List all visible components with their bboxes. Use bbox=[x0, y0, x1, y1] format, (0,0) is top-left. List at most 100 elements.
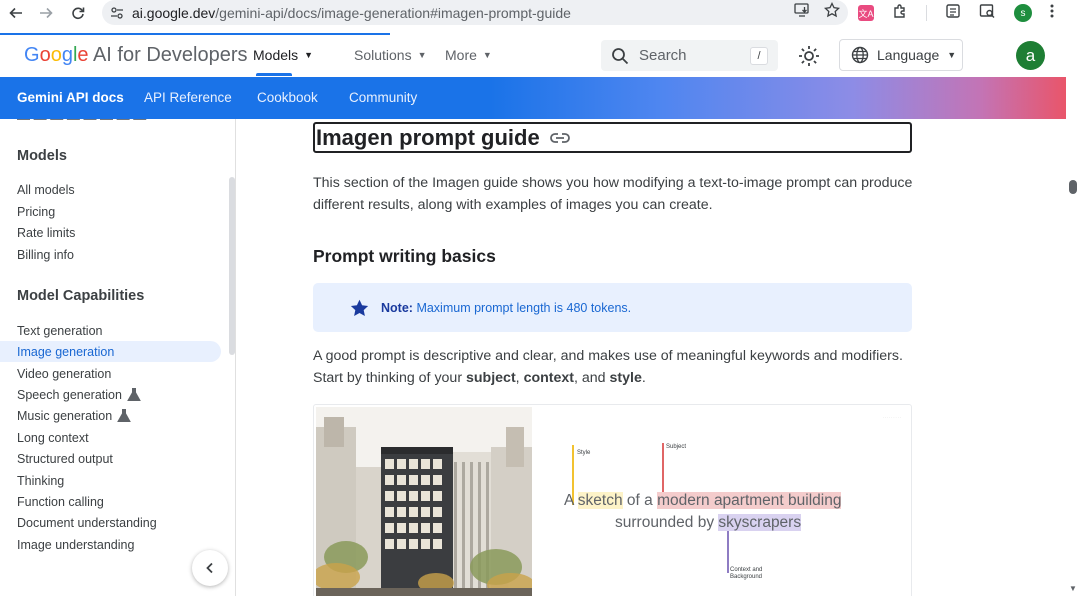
note-body: Maximum prompt length is 480 tokens. bbox=[416, 300, 632, 315]
search-tabs-icon[interactable] bbox=[979, 3, 996, 24]
logo-text: AI for Developers bbox=[88, 44, 248, 66]
back-arrow-icon bbox=[9, 7, 22, 19]
tab-gemini-api-docs[interactable]: Gemini API docs bbox=[17, 90, 124, 105]
browser-toolbar: ai.google.dev/gemini-api/docs/image-gene… bbox=[0, 0, 1080, 26]
browser-menu-icon[interactable] bbox=[1050, 4, 1054, 23]
sidebar-item-label: Thinking bbox=[17, 473, 65, 488]
search-icon bbox=[611, 47, 629, 65]
reading-list-icon[interactable] bbox=[945, 3, 961, 24]
url-text: ai.google.dev/gemini-api/docs/image-gene… bbox=[132, 5, 571, 21]
sidebar-item-text-generation[interactable]: Text generation bbox=[0, 320, 221, 341]
sidebar-item-document-understanding[interactable]: Document understanding bbox=[0, 512, 221, 533]
prompt-style-highlight: sketch bbox=[577, 492, 623, 509]
annotation-style-label: Style bbox=[577, 450, 591, 456]
prompt-context-highlight: skyscrapers bbox=[718, 514, 802, 531]
annotation-subject-label: Subject bbox=[666, 444, 687, 450]
extensions-puzzle-icon[interactable] bbox=[892, 3, 908, 24]
sidebar-scrollbar[interactable] bbox=[229, 177, 235, 355]
prompt-text: surrounded by bbox=[615, 514, 719, 531]
docs-sidebar: — — — — — — — — Models All models Pricin… bbox=[0, 119, 236, 596]
install-app-icon[interactable] bbox=[794, 3, 810, 22]
logo-letter: o bbox=[50, 44, 62, 66]
reload-icon bbox=[72, 7, 85, 20]
nav-models[interactable]: Models ▼ bbox=[253, 47, 313, 63]
sidebar-item-long-context[interactable]: Long context bbox=[0, 427, 221, 448]
sidebar-heading-model-capabilities: Model Capabilities bbox=[17, 288, 145, 304]
reload-button[interactable] bbox=[62, 0, 94, 26]
body-sep: , and bbox=[574, 369, 610, 386]
figure-watermark: · · · · · · · · · bbox=[882, 416, 901, 420]
caret-down-icon: ▼ bbox=[482, 50, 492, 60]
site-settings-icon[interactable] bbox=[102, 6, 132, 20]
forward-button[interactable] bbox=[30, 0, 62, 26]
url-host: ai.google.dev bbox=[132, 4, 216, 21]
theme-toggle-button[interactable] bbox=[797, 44, 821, 68]
sidebar-item-rate-limits[interactable]: Rate limits bbox=[0, 222, 221, 243]
logo-letter: g bbox=[61, 44, 73, 66]
sun-icon bbox=[799, 46, 819, 66]
sidebar-item-thinking[interactable]: Thinking bbox=[0, 470, 221, 491]
sidebar-clipped-item: — — — — — — — — bbox=[17, 119, 146, 126]
site-logo[interactable]: Google AI for Developers bbox=[24, 44, 247, 67]
sidebar-item-image-generation[interactable]: Image generation bbox=[0, 341, 221, 362]
chevron-left-icon bbox=[206, 562, 213, 574]
sidebar-item-label: Video generation bbox=[17, 366, 112, 381]
docs-tab-bar: Gemini API docs API Reference Cookbook C… bbox=[0, 77, 1066, 119]
tab-cookbook[interactable]: Cookbook bbox=[257, 90, 318, 105]
sidebar-item-pricing[interactable]: Pricing bbox=[0, 201, 221, 222]
sidebar-item-video-generation[interactable]: Video generation bbox=[0, 363, 221, 384]
intro-paragraph: This section of the Imagen guide shows y… bbox=[313, 175, 913, 213]
caret-down-icon: ▼ bbox=[304, 50, 314, 60]
sidebar-item-speech-generation[interactable]: Speech generation bbox=[0, 384, 221, 405]
scroll-down-arrow-icon[interactable]: ▼ bbox=[1069, 584, 1077, 593]
body-end: . bbox=[641, 369, 646, 386]
sidebar-item-billing-info[interactable]: Billing info bbox=[0, 244, 221, 265]
sidebar-item-music-generation[interactable]: Music generation bbox=[0, 405, 221, 426]
page-scrollbar-thumb[interactable] bbox=[1069, 180, 1077, 194]
page-scrollbar[interactable]: ▼ bbox=[1066, 119, 1080, 596]
bookmark-star-icon[interactable] bbox=[823, 1, 841, 23]
url-path: /gemini-api/docs/image-generation#imagen… bbox=[215, 4, 571, 21]
nav-solutions[interactable]: Solutions ▼ bbox=[354, 47, 427, 63]
nav-active-indicator bbox=[256, 73, 292, 76]
experimental-flask-icon bbox=[127, 388, 141, 401]
body-context: context bbox=[523, 369, 575, 386]
tab-community[interactable]: Community bbox=[349, 90, 417, 105]
apartment-building-sketch-image bbox=[316, 407, 532, 596]
language-label: Language bbox=[877, 47, 940, 63]
sidebar-item-label: Function calling bbox=[17, 494, 104, 509]
note-label: Note: bbox=[381, 300, 413, 315]
sidebar-item-label: Rate limits bbox=[17, 225, 76, 240]
browser-profile-avatar[interactable]: s bbox=[1014, 4, 1032, 22]
sidebar-item-label: Speech generation bbox=[17, 387, 122, 402]
logo-letter: G bbox=[24, 44, 40, 66]
address-bar[interactable]: ai.google.dev/gemini-api/docs/image-gene… bbox=[102, 0, 848, 25]
link-icon[interactable] bbox=[549, 132, 570, 144]
search-input[interactable]: Search / bbox=[601, 40, 778, 71]
sidebar-item-label: Long context bbox=[17, 430, 89, 445]
prompt-text: A bbox=[564, 492, 578, 509]
search-shortcut-key: / bbox=[750, 47, 768, 65]
sidebar-item-image-understanding[interactable]: Image understanding bbox=[0, 534, 221, 555]
user-avatar[interactable]: a bbox=[1016, 41, 1045, 70]
logo-letter: o bbox=[39, 44, 51, 66]
language-selector[interactable]: Language ▼ bbox=[839, 39, 963, 71]
sidebar-item-label: All models bbox=[17, 182, 75, 197]
sidebar-item-structured-output[interactable]: Structured output bbox=[0, 448, 221, 469]
nav-more[interactable]: More ▼ bbox=[445, 47, 492, 63]
search-placeholder: Search bbox=[639, 47, 687, 64]
translate-extension-icon[interactable]: 文A bbox=[858, 5, 874, 21]
back-button[interactable] bbox=[0, 0, 32, 26]
tab-api-reference[interactable]: API Reference bbox=[144, 90, 232, 105]
experimental-flask-icon bbox=[117, 409, 132, 422]
prompt-example-figure: · · · · · · · · · Style Subject Context … bbox=[313, 404, 912, 596]
prompt-text: of a bbox=[622, 492, 658, 509]
collapse-sidebar-button[interactable] bbox=[192, 550, 228, 586]
sidebar-item-all-models[interactable]: All models bbox=[0, 179, 221, 200]
sidebar-item-function-calling[interactable]: Function calling bbox=[0, 491, 221, 512]
logo-letter: e bbox=[77, 44, 89, 66]
sidebar-fade bbox=[0, 557, 190, 596]
nav-models-label: Models bbox=[253, 47, 299, 63]
nav-solutions-label: Solutions bbox=[354, 47, 412, 63]
body-subject: subject bbox=[466, 369, 516, 386]
